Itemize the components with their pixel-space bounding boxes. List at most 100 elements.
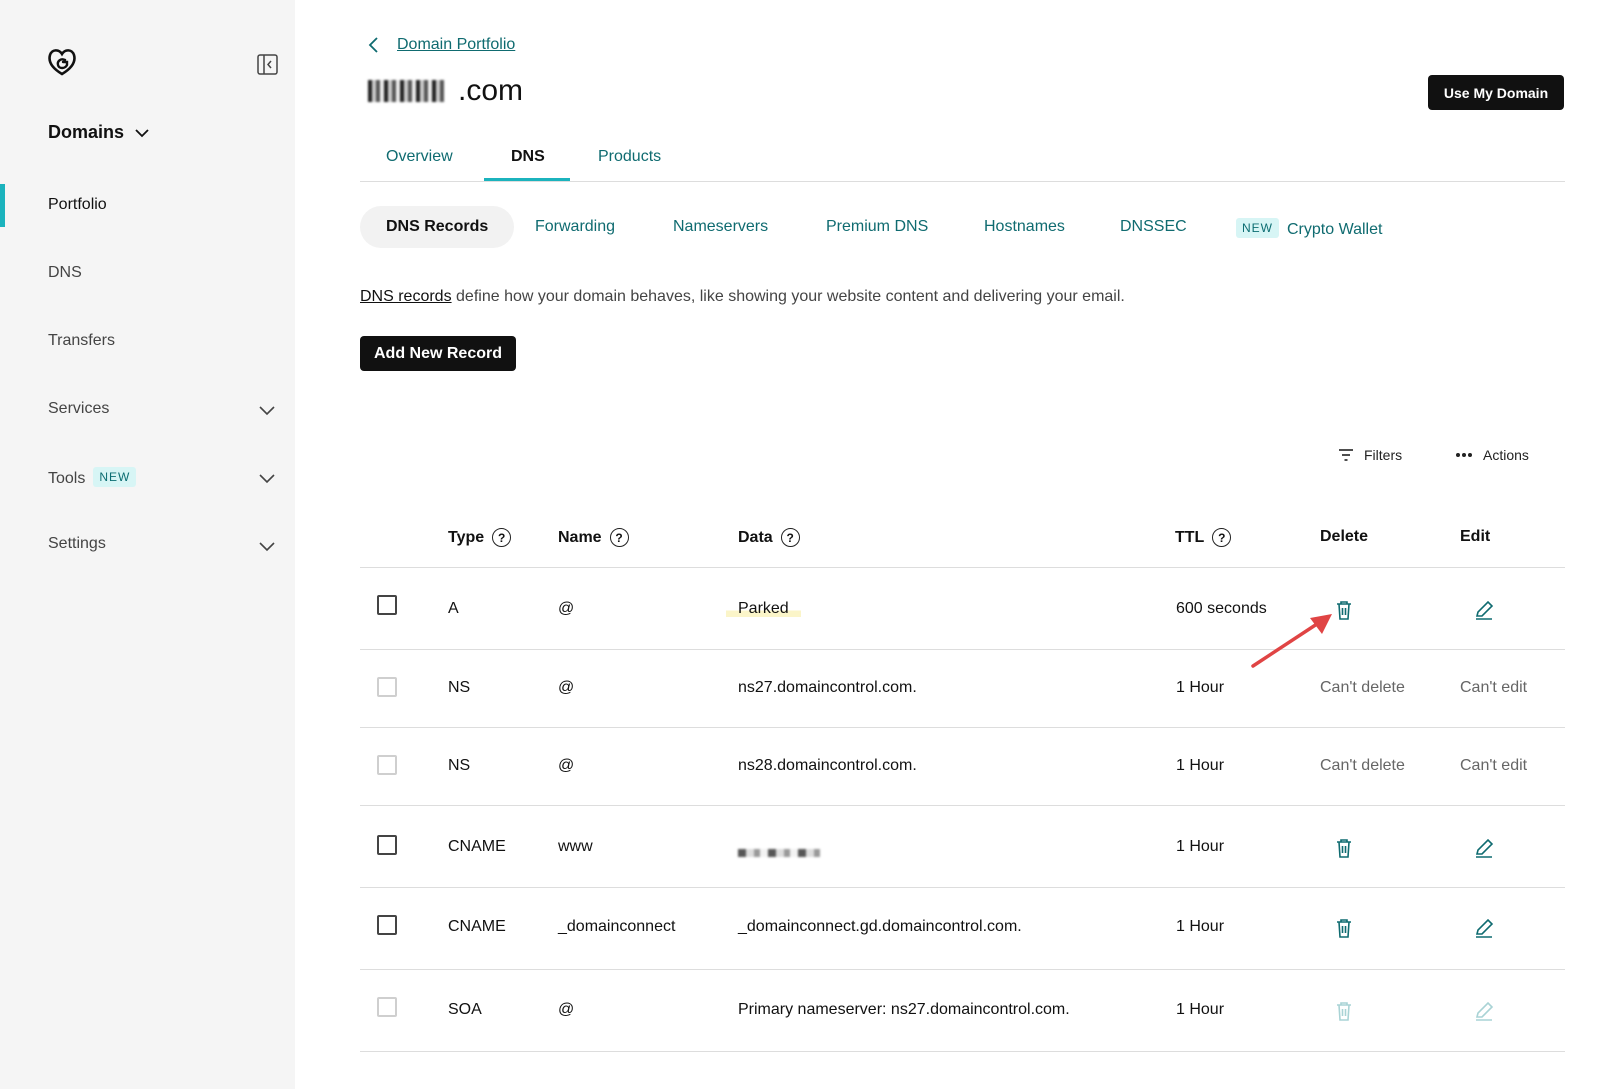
intro-text: DNS records define how your domain behav… — [360, 288, 1125, 306]
cannot-edit-text: Can't edit — [1460, 679, 1528, 696]
domain-suffix: .com — [458, 74, 524, 107]
new-badge: NEW — [93, 467, 137, 487]
record-name: _domainconnect — [558, 918, 676, 935]
column-label: Type — [448, 528, 485, 546]
column-header-type: Type? — [448, 528, 512, 547]
table-row: SOA @ Primary nameserver: ns27.domaincon… — [360, 970, 1565, 1052]
column-header-ttl: TTL? — [1175, 528, 1232, 547]
main-tabs: Overview DNS Products — [360, 130, 1565, 182]
record-data: ns27.domaincontrol.com. — [738, 679, 917, 696]
record-type: CNAME — [448, 838, 506, 855]
redacted-domain-name — [368, 80, 444, 102]
record-type: CNAME — [448, 918, 506, 935]
godaddy-logo-icon[interactable] — [46, 46, 78, 78]
record-data-redacted — [738, 844, 820, 862]
pencil-icon[interactable] — [1473, 599, 1495, 621]
chevron-left-icon[interactable] — [367, 36, 379, 54]
row-checkbox[interactable] — [377, 915, 397, 935]
breadcrumb: Domain Portfolio — [367, 36, 515, 54]
record-type: NS — [448, 757, 471, 774]
record-data: ns28.domaincontrol.com. — [738, 757, 917, 774]
domains-label: Domains — [48, 122, 125, 142]
record-name: @ — [558, 1001, 575, 1018]
active-tab-indicator — [484, 178, 570, 181]
filters-button[interactable]: Filters — [1338, 447, 1402, 463]
help-icon[interactable]: ? — [609, 528, 629, 547]
column-label: TTL — [1175, 528, 1205, 546]
filters-label: Filters — [1364, 447, 1403, 463]
trash-icon[interactable] — [1333, 917, 1355, 939]
column-label: Edit — [1460, 528, 1491, 545]
column-label: Name — [558, 528, 602, 546]
record-ttl: 1 Hour — [1176, 918, 1225, 935]
record-data-value: Parked — [726, 600, 801, 617]
column-label: Data — [738, 528, 773, 546]
record-type: A — [448, 600, 459, 617]
sidebar-item-portfolio[interactable]: Portfolio — [48, 196, 107, 214]
domains-dropdown[interactable]: Domains — [48, 122, 150, 143]
help-icon[interactable]: ? — [1212, 528, 1232, 547]
chevron-down-icon[interactable] — [258, 537, 276, 555]
row-checkbox[interactable] — [377, 595, 397, 615]
subtab-premium-dns[interactable]: Premium DNS — [826, 218, 928, 236]
row-checkbox-disabled — [377, 677, 397, 697]
record-type: NS — [448, 679, 471, 696]
chevron-down-icon[interactable] — [258, 401, 276, 419]
chevron-down-icon[interactable] — [258, 469, 276, 487]
pencil-icon[interactable] — [1473, 917, 1495, 939]
trash-icon-disabled — [1337, 1002, 1351, 1021]
sidebar-item-dns[interactable]: DNS — [48, 264, 82, 282]
subtab-nameservers[interactable]: Nameservers — [673, 218, 768, 236]
subtab-forwarding[interactable]: Forwarding — [535, 218, 615, 236]
dns-records-link[interactable]: DNS records — [360, 288, 452, 305]
use-my-domain-button[interactable]: Use My Domain — [1428, 75, 1564, 110]
row-checkbox-disabled — [377, 755, 397, 775]
sidebar-item-tools[interactable]: Tools NEW — [48, 467, 137, 488]
annotation-arrow-icon — [1251, 614, 1332, 668]
column-label: Delete — [1320, 528, 1369, 545]
record-name: @ — [558, 679, 575, 696]
page-title: .com — [368, 74, 523, 108]
record-type: SOA — [448, 1001, 482, 1018]
cannot-edit-text: Can't edit — [1460, 757, 1528, 774]
add-new-record-button[interactable]: Add New Record — [360, 336, 516, 371]
table-row: NS @ ns28.domaincontrol.com. 1 Hour Can'… — [360, 728, 1565, 806]
more-dots-icon — [1456, 453, 1472, 457]
record-data: _domainconnect.gd.domaincontrol.com. — [738, 918, 1022, 935]
sidebar-item-services[interactable]: Services — [48, 400, 109, 418]
tab-dns[interactable]: DNS — [511, 148, 545, 166]
table-row: CNAME _domainconnect _domainconnect.gd.d… — [360, 888, 1565, 970]
help-icon[interactable]: ? — [780, 528, 800, 547]
tab-products[interactable]: Products — [598, 148, 661, 166]
pencil-icon[interactable] — [1473, 837, 1495, 859]
subtab-dns-records[interactable]: DNS Records — [360, 206, 515, 248]
row-checkbox[interactable] — [377, 835, 397, 855]
record-name: @ — [558, 600, 575, 617]
sidebar-item-transfers[interactable]: Transfers — [48, 332, 115, 350]
trash-icon[interactable] — [1333, 837, 1355, 859]
record-ttl: 1 Hour — [1176, 679, 1225, 696]
back-link-domain-portfolio[interactable]: Domain Portfolio — [397, 36, 515, 54]
intro-description: define how your domain behaves, like sho… — [451, 288, 1125, 305]
record-ttl: 1 Hour — [1176, 838, 1225, 855]
help-icon[interactable]: ? — [492, 528, 512, 547]
record-ttl: 1 Hour — [1176, 1001, 1225, 1018]
subtab-dnssec[interactable]: DNSSEC — [1120, 218, 1187, 236]
tab-overview[interactable]: Overview — [386, 148, 453, 166]
table-row: CNAME www 1 Hour — [360, 806, 1565, 888]
subtab-hostnames[interactable]: Hostnames — [984, 218, 1065, 236]
sidebar-item-label: Tools — [48, 470, 86, 487]
record-ttl: 1 Hour — [1176, 757, 1225, 774]
record-name: @ — [558, 757, 575, 774]
actions-button[interactable]: Actions — [1455, 447, 1529, 463]
row-checkbox-disabled — [377, 997, 397, 1017]
table-row: NS @ ns27.domaincontrol.com. 1 Hour Can'… — [360, 650, 1565, 728]
record-name: www — [558, 838, 593, 855]
sidebar: Domains Portfolio DNS Transfers Services… — [0, 0, 295, 1089]
collapse-sidebar-icon[interactable] — [257, 54, 278, 75]
sidebar-item-settings[interactable]: Settings — [48, 535, 106, 553]
pencil-icon-disabled — [1475, 1001, 1494, 1021]
new-badge: NEW — [1236, 218, 1279, 238]
cannot-delete-text: Can't delete — [1320, 757, 1405, 774]
subtab-crypto-wallet[interactable]: NEW Crypto Wallet — [1236, 218, 1382, 239]
